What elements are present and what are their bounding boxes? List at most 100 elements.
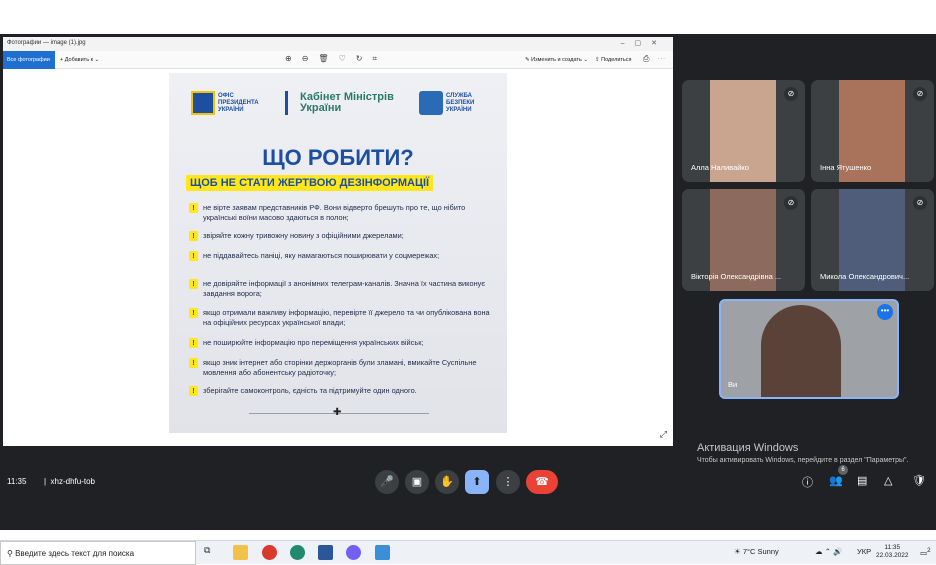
tray-icons[interactable]: ☁ ⌃ 🔊 <box>815 547 842 556</box>
photos-toolbar: Все фотографии + Добавить к ⌄ ⊕⊖🗑♡↻⌗ ✎ И… <box>3 51 673 69</box>
expand-icon[interactable]: ⤢ <box>660 429 667 440</box>
tip-item: ! якщо зник інтернет або сторінки держорг… <box>189 358 499 378</box>
activities-icon[interactable]: △ <box>884 474 892 487</box>
photo-tool-icons[interactable]: ⊕⊖🗑♡↻⌗ <box>285 54 387 64</box>
task-view-icon[interactable]: ⧉ <box>204 545 219 560</box>
more-options-button[interactable]: ⋮ <box>496 470 520 494</box>
delete-icon[interactable]: 🗑 <box>318 54 338 63</box>
participant-name: Микола Олександрович... <box>820 272 910 281</box>
participant-name: Алла Наливайко <box>691 163 749 172</box>
window-controls[interactable]: –▢✕ <box>621 39 667 47</box>
add-to-button[interactable]: + Добавить к ⌄ <box>60 57 99 63</box>
meet-control-bar: 11:35 | xhz-dhfu-tob 🎤 ▣ ✋ ⬆ ⋮ ☎ ⓘ 👥 ▤ △… <box>0 468 936 498</box>
clock-time: 11:35 <box>884 544 901 551</box>
edge-icon[interactable] <box>290 545 305 560</box>
windows-activation-watermark: Активация Windows Чтобы активировать Win… <box>697 442 932 466</box>
tip-item: ! не вірте заявам представників РФ. Вони … <box>189 203 499 223</box>
tip-item: ! не поширюйте інформацію про переміщення… <box>189 338 499 348</box>
taskbar-clock[interactable]: 11:35 22.03.2022 <box>876 544 909 560</box>
more-options-icon[interactable]: ••• <box>877 304 893 320</box>
clock-date: 22.03.2022 <box>876 552 909 559</box>
exclamation-icon: ! <box>189 358 198 368</box>
viber-icon[interactable] <box>346 545 361 560</box>
mic-off-icon: ⊘ <box>784 87 798 101</box>
exclamation-icon: ! <box>189 203 198 213</box>
cross-icon: ✚ <box>333 407 342 418</box>
exclamation-icon: ! <box>189 231 198 241</box>
tip-item: ! не піддавайтесь паніці, яку намагаються… <box>189 251 499 261</box>
favorite-icon[interactable]: ♡ <box>339 54 356 63</box>
zoom-out-icon[interactable]: ⊖ <box>302 54 319 63</box>
present-button[interactable]: ⬆ <box>465 470 489 494</box>
tip-item: ! зберігайте самоконтроль, єдність та під… <box>189 386 499 396</box>
search-placeholder: Введите здесь текст для поиска <box>15 549 135 558</box>
opera-icon[interactable] <box>262 545 277 560</box>
notification-icon[interactable]: ▭2 <box>920 547 931 558</box>
tip-item: ! звіряйте кожну тривожну новину з офіцій… <box>189 231 499 241</box>
participant-tile[interactable]: ⊘ Микола Олександрович... <box>811 189 934 291</box>
exclamation-icon: ! <box>189 279 198 289</box>
word-icon[interactable] <box>318 545 333 560</box>
share-button[interactable]: ⇪ Поделиться <box>595 57 632 63</box>
cabinet-logo: Кабінет Міністрів України <box>285 91 400 115</box>
participant-name: Вікторія Олександрівна ... <box>691 272 782 281</box>
tip-item: ! не довіряйте інформації з анонімних тел… <box>189 279 499 299</box>
activation-text: Чтобы активировать Windows, перейдите в … <box>697 457 909 464</box>
file-explorer-icon[interactable] <box>233 545 248 560</box>
participant-name: Інна Ятушенко <box>820 163 872 172</box>
rotate-icon[interactable]: ↻ <box>356 54 373 63</box>
exclamation-icon: ! <box>189 386 198 396</box>
chat-icon[interactable]: ▤ <box>857 474 867 487</box>
mic-button[interactable]: 🎤 <box>375 470 399 494</box>
shield-icon <box>419 91 443 115</box>
edit-create-label: Изменить и создать <box>531 57 582 63</box>
print-icon[interactable]: ⎙ <box>643 54 657 63</box>
taskbar-search[interactable]: ⚲ Введите здесь текст для поиска <box>0 541 196 565</box>
photo-viewer: ОФІС ПРЕЗИДЕНТА УКРАЇНИ Кабінет Міністрі… <box>3 69 673 446</box>
crop-icon[interactable]: ⌗ <box>372 54 387 63</box>
exclamation-icon: ! <box>189 338 198 348</box>
activation-heading: Активация Windows <box>697 442 799 454</box>
disinfo-poster: ОФІС ПРЕЗИДЕНТА УКРАЇНИ Кабінет Міністрі… <box>169 73 507 433</box>
screen: Фотографии — image (1).jpg –▢✕ Все фотог… <box>0 34 936 565</box>
more-icons[interactable]: ⎙⋯ <box>643 54 673 64</box>
window-title: Фотографии — image (1).jpg <box>7 40 86 46</box>
logo-row: ОФІС ПРЕЗИДЕНТА УКРАЇНИ Кабінет Міністрі… <box>189 91 489 125</box>
exclamation-icon: ! <box>189 308 198 318</box>
participant-tile[interactable]: ⊘ Алла Наливайко <box>682 80 805 182</box>
photos-icon[interactable] <box>375 545 390 560</box>
language-indicator[interactable]: УКР <box>857 547 871 556</box>
participant-tile[interactable]: ⊘ Вікторія Олександрівна ... <box>682 189 805 291</box>
people-icon[interactable]: 👥 <box>829 474 843 487</box>
participant-tile[interactable]: ⊘ Інна Ятушенко <box>811 80 934 182</box>
self-tile[interactable]: ••• Ви <box>719 299 899 399</box>
weather-widget[interactable]: ☀ 7°C Sunny <box>734 547 779 556</box>
zoom-in-icon[interactable]: ⊕ <box>285 54 302 63</box>
more-icon[interactable]: ⋯ <box>657 54 673 63</box>
edit-create-button[interactable]: ✎ Изменить и создать ⌄ <box>525 57 588 63</box>
raise-hand-button[interactable]: ✋ <box>435 470 459 494</box>
host-controls-icon[interactable]: 🛡 <box>912 474 926 487</box>
camera-button[interactable]: ▣ <box>405 470 429 494</box>
meeting-code: | xhz-dhfu-tob <box>44 477 95 486</box>
poster-subtitle: ЩОБ НЕ СТАТИ ЖЕРТВОЮ ДЕЗІНФОРМАЦІЇ <box>186 175 434 191</box>
end-call-button[interactable]: ☎ <box>526 470 558 494</box>
mic-off-icon: ⊘ <box>913 196 927 210</box>
windows-taskbar: ⚲ Введите здесь текст для поиска ⧉ ☀ 7°C… <box>0 540 936 565</box>
meeting-time: 11:35 <box>7 477 27 486</box>
info-icon[interactable]: ⓘ <box>802 474 813 490</box>
share-label: Поделиться <box>601 57 632 63</box>
photos-window: Фотографии — image (1).jpg –▢✕ Все фотог… <box>3 37 673 446</box>
window-titlebar: Фотографии — image (1).jpg –▢✕ <box>3 37 673 51</box>
trident-icon <box>191 91 215 115</box>
sbu-logo: СЛУЖБА БЕЗПЕКИ УКРАЇНИ <box>419 91 486 115</box>
poster-title: ЩО РОБИТИ? <box>262 145 414 170</box>
add-to-label: Добавить к <box>64 57 93 63</box>
self-name: Ви <box>728 380 738 389</box>
president-office-logo: ОФІС ПРЕЗИДЕНТА УКРАЇНИ <box>191 91 268 115</box>
sun-icon: ☀ <box>734 547 741 556</box>
mic-off-icon: ⊘ <box>784 196 798 210</box>
all-photos-button[interactable]: Все фотографии <box>3 51 55 69</box>
people-count-badge: 6 <box>838 465 848 475</box>
mic-off-icon: ⊘ <box>913 87 927 101</box>
